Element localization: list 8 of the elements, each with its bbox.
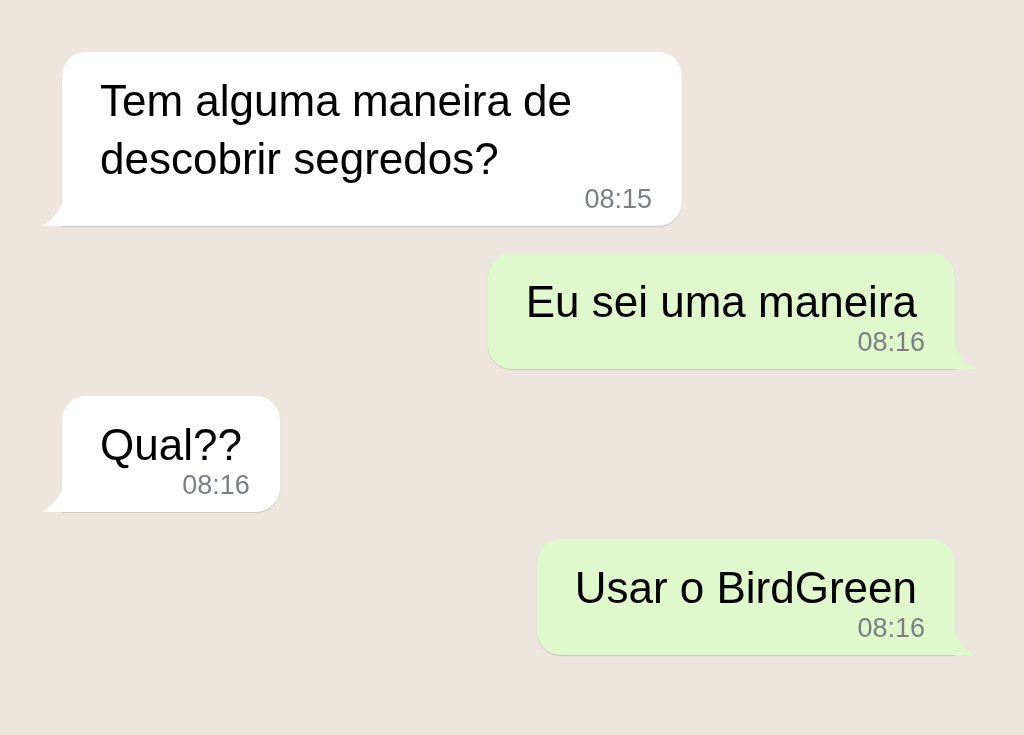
message-time: 08:16 (182, 469, 250, 502)
message-time: 08:15 (584, 183, 652, 216)
message-text: Usar o BirdGreen (574, 562, 917, 614)
message-text: Qual?? (100, 419, 242, 471)
message-text: Eu sei uma maneira (525, 276, 917, 328)
message-text: Tem alguma maneira de descobrir segredos? (100, 75, 573, 185)
message-time: 08:16 (857, 612, 925, 645)
message-time: 08:16 (857, 326, 925, 359)
